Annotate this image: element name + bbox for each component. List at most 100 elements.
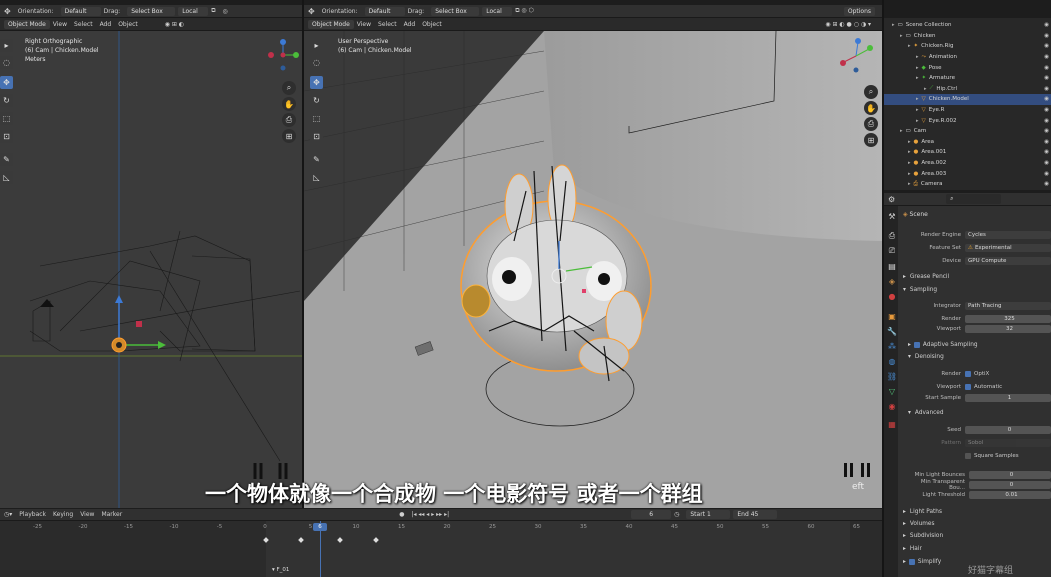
tool-tab-icon[interactable]: ⚒ bbox=[886, 210, 898, 222]
outliner-row[interactable]: ▸ ⎙ Camera ◉ bbox=[884, 179, 1051, 190]
menu-view[interactable]: View bbox=[80, 511, 94, 518]
grid-ortho-icon[interactable]: ⊞ bbox=[282, 129, 296, 143]
camera-view-icon[interactable]: ⎙ bbox=[282, 113, 296, 127]
denoise-render-checkbox[interactable] bbox=[965, 370, 971, 377]
visibility-eye-icon[interactable]: ◉ bbox=[1044, 75, 1049, 81]
visibility-eye-icon[interactable]: ◉ bbox=[1044, 128, 1049, 134]
menu-view[interactable]: View bbox=[53, 21, 67, 28]
zoom-icon[interactable]: ⌕ bbox=[864, 85, 878, 99]
move-tool-icon[interactable]: ✥ bbox=[0, 76, 13, 89]
visibility-eye-icon[interactable]: ◉ bbox=[1044, 65, 1049, 71]
current-frame-field[interactable]: 6 bbox=[631, 510, 672, 519]
menu-view[interactable]: View bbox=[357, 21, 371, 28]
material-tab-icon[interactable]: ◉ bbox=[886, 400, 898, 412]
denoise-render-option[interactable]: OptiX bbox=[965, 370, 989, 377]
drag-dropdown[interactable]: Select Box bbox=[431, 6, 480, 16]
expand-arrow-icon[interactable]: ▸ bbox=[908, 149, 911, 155]
world-tab-icon[interactable]: ● bbox=[886, 290, 898, 302]
light-paths-panel[interactable]: ▸ Light Paths bbox=[903, 507, 1051, 517]
menu-object[interactable]: Object bbox=[118, 21, 138, 28]
feature-set-dropdown[interactable]: ⚠ Experimental bbox=[965, 243, 1051, 252]
seed-field[interactable]: 0 bbox=[965, 425, 1051, 434]
expand-arrow-icon[interactable]: ▸ bbox=[916, 96, 919, 102]
move-tool-icon[interactable]: ✥ bbox=[310, 76, 323, 89]
scale-tool-icon[interactable]: ⬚ bbox=[0, 112, 13, 125]
transform-gizmo-icon[interactable]: ✥ bbox=[4, 7, 11, 16]
square-samples-option[interactable]: Square Samples bbox=[965, 452, 1019, 459]
grid-ortho-icon[interactable]: ⊞ bbox=[864, 133, 878, 147]
playhead-frame[interactable]: 6 bbox=[313, 523, 327, 531]
menu-object[interactable]: Object bbox=[422, 21, 442, 28]
snap-icon[interactable]: ⧉ ◎ ⬡ bbox=[515, 7, 534, 15]
annotate-tool-icon[interactable]: ✎ bbox=[310, 153, 323, 166]
transform-gizmo-icon[interactable]: ✥ bbox=[308, 7, 315, 16]
cursor-3d-icon[interactable]: ◌ bbox=[310, 56, 323, 69]
cursor-tool-icon[interactable]: ▸ bbox=[310, 39, 323, 52]
outliner-row[interactable]: ▸ ▭ Cam ◉ bbox=[884, 126, 1051, 137]
scene-tab-icon[interactable]: ◈ bbox=[886, 275, 898, 287]
square-samples-checkbox[interactable] bbox=[965, 452, 971, 459]
object-tab-icon[interactable]: ▣ bbox=[886, 310, 898, 322]
volumes-panel[interactable]: ▸ Volumes bbox=[903, 519, 1051, 529]
outliner-row[interactable]: ▸ ▽ Eye.R ◉ bbox=[884, 105, 1051, 116]
playback-controls-icon[interactable]: |◂ ◂◂ ◂ ▸ ▸▸ ▸| bbox=[411, 511, 449, 518]
outliner-row[interactable]: ▸ ▭ Scene Collection ◉ bbox=[884, 20, 1051, 31]
visibility-eye-icon[interactable]: ◉ bbox=[1044, 149, 1049, 155]
expand-arrow-icon[interactable]: ▸ bbox=[908, 160, 911, 166]
center-viewport[interactable]: User Perspective (6) Cam | Chicken.Model… bbox=[304, 31, 882, 508]
view-layer-tab-icon[interactable]: ▤ bbox=[886, 260, 898, 272]
expand-arrow-icon[interactable]: ▸ bbox=[916, 118, 919, 124]
render-engine-dropdown[interactable]: Cycles bbox=[965, 230, 1051, 239]
scale-tool-icon[interactable]: ⬚ bbox=[310, 112, 323, 125]
outliner-row[interactable]: ▸ ✦ Chicken.Rig ◉ bbox=[884, 41, 1051, 52]
measure-tool-icon[interactable]: ◺ bbox=[0, 171, 13, 184]
timeline-area[interactable]: -25 -20 -15 -10 -5 0 5 10 15 20 25 30 35 40 45 50 55 60 65… bbox=[0, 521, 882, 577]
visibility-eye-icon[interactable]: ◉ bbox=[1044, 86, 1049, 92]
outliner-row[interactable]: ▸ ▽ Eye.R.002 ◉ bbox=[884, 115, 1051, 126]
transform-tool-icon[interactable]: ⊡ bbox=[310, 130, 323, 143]
visibility-eye-icon[interactable]: ◉ bbox=[1044, 118, 1049, 124]
texture-tab-icon[interactable]: ▦ bbox=[886, 418, 898, 430]
drag-dropdown[interactable]: Select Box bbox=[127, 6, 176, 16]
visibility-eye-icon[interactable]: ◉ bbox=[1044, 96, 1049, 102]
navigation-gizmo[interactable] bbox=[836, 36, 876, 76]
outliner-row[interactable]: ▸ ◆ Pose ◉ bbox=[884, 62, 1051, 73]
timing-icon[interactable]: ◷ bbox=[674, 511, 679, 518]
constraints-tab-icon[interactable]: ⛓ bbox=[886, 370, 898, 382]
sampling-panel[interactable]: ▾ Sampling bbox=[903, 285, 1051, 295]
cursor-3d-icon[interactable]: ◌ bbox=[0, 56, 13, 69]
pivot-dropdown[interactable]: Local bbox=[482, 6, 513, 16]
menu-playback[interactable]: Playback bbox=[19, 511, 46, 518]
expand-arrow-icon[interactable]: ▸ bbox=[908, 43, 911, 49]
view-options-icon[interactable]: ◉ ⊞ ◐ bbox=[165, 21, 184, 28]
render-tab-icon[interactable]: ⎙ bbox=[886, 230, 898, 242]
render-samples-field[interactable]: 325 bbox=[965, 314, 1051, 323]
outliner-row[interactable]: ▸ ● Area ◉ bbox=[884, 137, 1051, 148]
expand-arrow-icon[interactable]: ▸ bbox=[916, 107, 919, 113]
rotate-tool-icon[interactable]: ↻ bbox=[0, 94, 13, 107]
physics-tab-icon[interactable]: ◍ bbox=[886, 355, 898, 367]
visibility-eye-icon[interactable]: ◉ bbox=[1044, 33, 1049, 39]
subdivision-panel[interactable]: ▸ Subdivision bbox=[903, 531, 1051, 541]
menu-keying[interactable]: Keying bbox=[53, 511, 73, 518]
end-frame-field[interactable]: End 45 bbox=[733, 510, 778, 519]
snap-icon[interactable]: ⧉ bbox=[211, 7, 215, 15]
grease-pencil-panel[interactable]: ▸ Grease Pencil bbox=[903, 272, 1051, 282]
options-dropdown[interactable]: Options bbox=[843, 6, 875, 16]
viewport-samples-field[interactable]: 32 bbox=[965, 324, 1051, 333]
menu-add[interactable]: Add bbox=[100, 21, 112, 28]
min-transparent-field[interactable]: 0 bbox=[969, 480, 1051, 489]
orientation-dropdown[interactable]: Default bbox=[364, 6, 405, 16]
outliner-row[interactable]: ▸ ● Area.002 ◉ bbox=[884, 158, 1051, 169]
expand-arrow-icon[interactable]: ▸ bbox=[924, 86, 927, 92]
denoise-viewport-checkbox[interactable] bbox=[965, 383, 971, 390]
annotate-tool-icon[interactable]: ✎ bbox=[0, 153, 13, 166]
simplify-checkbox[interactable] bbox=[908, 559, 915, 565]
start-sample-field[interactable]: 1 bbox=[965, 393, 1051, 402]
pattern-dropdown[interactable]: Sobol bbox=[965, 438, 1051, 447]
outliner-row[interactable]: ▸ ▽ Chicken.Model ◉ bbox=[884, 94, 1051, 105]
measure-tool-icon[interactable]: ◺ bbox=[310, 171, 323, 184]
zoom-icon[interactable]: ⌕ bbox=[282, 81, 296, 95]
outliner-row[interactable]: ▸ ⤳ Animation ◉ bbox=[884, 52, 1051, 63]
orientation-dropdown[interactable]: Default bbox=[60, 6, 101, 16]
